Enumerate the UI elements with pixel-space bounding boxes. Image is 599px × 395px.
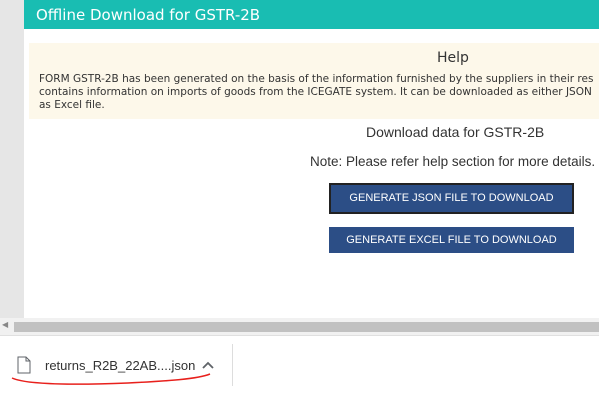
scrollbar-thumb[interactable] — [14, 322, 599, 332]
download-title: Download data for GSTR-2B — [366, 124, 545, 140]
red-annotation-underline — [11, 373, 211, 385]
help-panel: Help FORM GSTR-2B has been generated on … — [29, 43, 599, 119]
help-text-line: as Excel file. — [39, 99, 105, 111]
divider — [232, 344, 233, 386]
help-note: Note: Please refer help section for more… — [310, 154, 596, 169]
chevron-up-icon[interactable] — [201, 358, 215, 372]
help-text-line: FORM GSTR-2B has been generated on the b… — [39, 73, 594, 85]
download-bar: returns_R2B_22AB....json — [0, 335, 599, 395]
page-title: Offline Download for GSTR-2B — [36, 6, 261, 24]
help-text: FORM GSTR-2B has been generated on the b… — [39, 73, 599, 112]
generate-json-button[interactable]: GENERATE JSON FILE TO DOWNLOAD — [329, 183, 574, 214]
left-gutter — [0, 0, 24, 318]
generate-excel-button[interactable]: GENERATE EXCEL FILE TO DOWNLOAD — [329, 227, 574, 253]
page-header: Offline Download for GSTR-2B — [24, 0, 599, 29]
help-title: Help — [437, 50, 469, 66]
download-file-name[interactable]: returns_R2B_22AB....json — [45, 358, 195, 373]
help-text-line: contains information on imports of goods… — [39, 86, 592, 98]
scroll-left-icon[interactable]: ◀ — [2, 320, 8, 329]
horizontal-scrollbar[interactable]: ◀ — [0, 318, 599, 335]
